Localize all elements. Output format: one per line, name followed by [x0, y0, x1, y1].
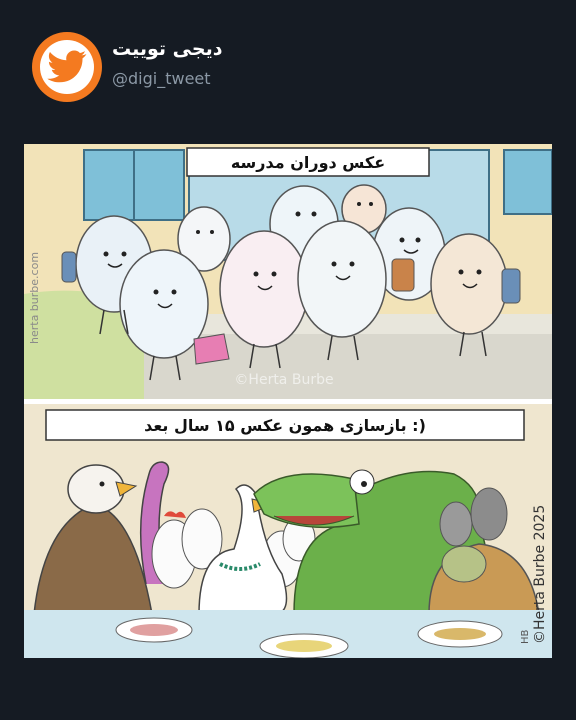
panel-divider — [24, 399, 552, 404]
faint-watermark: ©Herta Burbe — [234, 372, 333, 388]
comic-image: عکس دوران مدرسه herta burbe.com ©Herta B… — [24, 144, 552, 658]
top-caption: عکس دوران مدرسه — [231, 153, 385, 172]
avatar[interactable] — [32, 32, 102, 102]
signature: HB — [520, 629, 531, 644]
top-panel: عکس دوران مدرسه herta burbe.com ©Herta B… — [24, 144, 552, 399]
bottom-caption: بازسازی همون عکس ۱۵ سال بعد :) — [144, 416, 426, 435]
bottom-panel: بازسازی همون عکس ۱۵ سال بعد :) ©Herta Bu… — [24, 404, 552, 658]
side-watermark: herta burbe.com — [28, 252, 41, 344]
account-handle[interactable]: @digi_tweet — [112, 69, 211, 88]
twitter-bird-icon — [40, 40, 94, 94]
display-name[interactable]: دیجی توییت — [112, 38, 222, 60]
credit-text: ©Herta Burbe 2025 — [532, 505, 548, 644]
tweet-header: دیجی توییت @digi_tweet — [0, 0, 576, 130]
